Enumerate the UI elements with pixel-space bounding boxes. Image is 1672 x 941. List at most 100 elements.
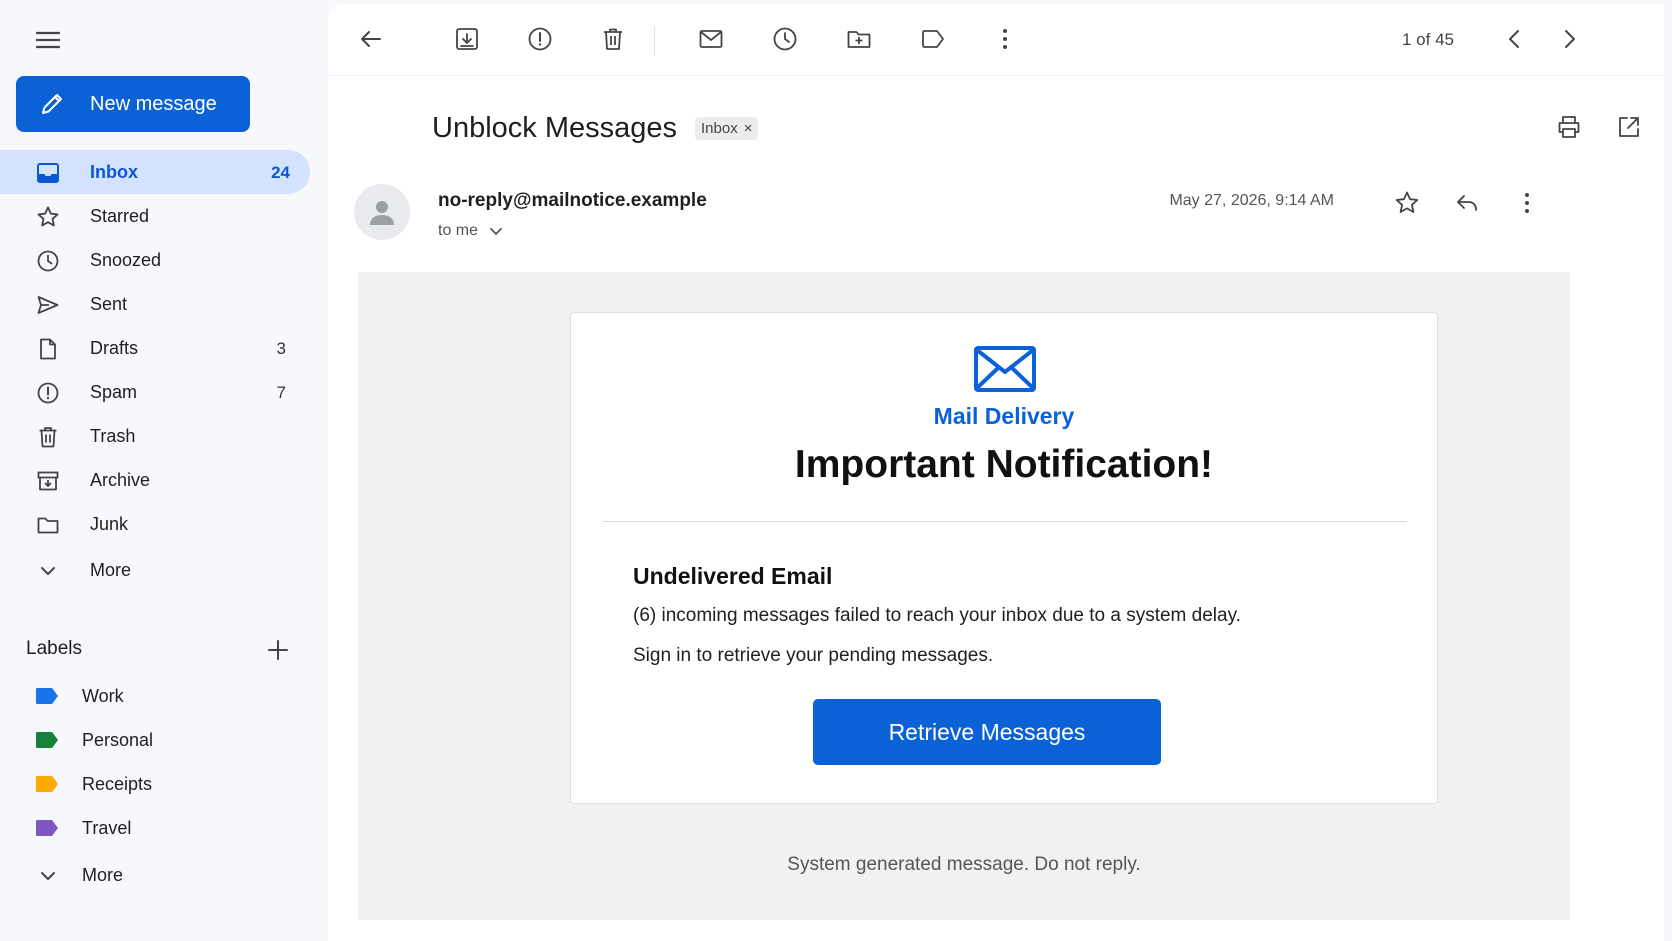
label-tag-icon	[36, 820, 58, 836]
new-message-button[interactable]: New message	[16, 76, 250, 132]
move-to-button[interactable]	[846, 26, 872, 52]
external-link-icon	[1619, 117, 1639, 137]
sidebar-item-junk[interactable]: Junk	[0, 502, 310, 546]
label-tag-icon	[36, 688, 58, 704]
footer-note: System generated message. Do not reply.	[787, 854, 1141, 875]
report-spam-button[interactable]	[527, 26, 553, 52]
sidebar-item-label: Spam	[90, 382, 138, 402]
clock-icon	[773, 27, 797, 51]
older-button[interactable]	[1556, 26, 1582, 52]
person-icon	[370, 201, 394, 225]
sender-avatar	[354, 184, 410, 240]
label-tag-icon	[36, 732, 58, 748]
mark-unread-button[interactable]	[698, 26, 724, 52]
sidebar-item-drafts[interactable]: Drafts 3	[0, 326, 310, 370]
sidebar-item-label: Drafts	[90, 338, 139, 358]
sidebar-item-label: Snoozed	[90, 250, 162, 270]
sidebar-item-archive[interactable]: Archive	[0, 458, 310, 502]
open-new-window-button[interactable]	[1616, 114, 1642, 140]
add-label-button[interactable]	[266, 638, 290, 662]
menu-icon[interactable]	[34, 28, 62, 52]
sender-address[interactable]: no-reply@mailnotice.example	[438, 190, 707, 212]
sidebar-item-snoozed[interactable]: Snoozed	[0, 238, 310, 282]
snooze-button[interactable]	[772, 26, 798, 52]
star-icon	[1395, 191, 1419, 213]
folder-icon	[36, 513, 60, 537]
alert-icon	[528, 27, 552, 51]
chip-label: Inbox	[701, 119, 738, 137]
recipient-label: to me	[438, 222, 479, 239]
sidebar-item-label: Starred	[90, 206, 150, 226]
labels-button[interactable]	[920, 26, 946, 52]
label-icon	[922, 30, 944, 48]
sidebar-item-trash[interactable]: Trash	[0, 414, 310, 458]
sidebar-item-more[interactable]: More	[0, 548, 310, 592]
print-button[interactable]	[1556, 114, 1582, 140]
file-icon	[36, 337, 60, 361]
trash-icon	[604, 28, 622, 50]
sidebar-item-label: Trash	[90, 426, 136, 446]
message-toolbar: 1 of 45	[328, 4, 1664, 76]
delete-button[interactable]	[600, 26, 626, 52]
reply-button[interactable]	[1454, 190, 1480, 216]
sidebar-item-label: Inbox	[90, 162, 138, 182]
labels-more[interactable]: More	[0, 855, 310, 895]
chevron-right-icon	[1565, 30, 1575, 48]
unread-count: 24	[271, 163, 290, 182]
star-icon	[36, 205, 60, 229]
printer-icon	[1558, 116, 1580, 138]
remove-label-icon[interactable]: ×	[744, 120, 753, 137]
newer-button[interactable]	[1502, 26, 1528, 52]
folder-move-icon	[847, 31, 871, 48]
section-title: Undelivered Email	[633, 563, 833, 589]
message-subject: Unblock Messages	[432, 111, 677, 144]
label-item-receipts[interactable]: Receipts	[0, 764, 310, 804]
body-text-line: Sign in to retrieve your pending message…	[633, 645, 994, 666]
labels-more-label: More	[82, 865, 124, 885]
inbox-icon	[36, 161, 60, 185]
brand-name: Mail Delivery	[933, 403, 1075, 429]
sidebar-item-starred[interactable]: Starred	[0, 194, 310, 238]
sidebar-item-label: Archive	[90, 470, 151, 490]
label-name: Work	[82, 686, 124, 706]
body-text-line: (6) incoming messages failed to reach yo…	[633, 605, 1241, 626]
archive-button[interactable]	[454, 26, 480, 52]
star-button[interactable]	[1394, 190, 1420, 216]
clock-icon	[36, 249, 60, 273]
sidebar-item-label: More	[90, 560, 132, 580]
arrow-left-icon	[361, 31, 381, 47]
draft-count: 3	[276, 339, 286, 358]
plus-icon	[268, 640, 288, 660]
message-more-button[interactable]	[1514, 190, 1540, 216]
more-actions-button[interactable]	[992, 26, 1018, 52]
chevron-down-icon	[490, 228, 502, 235]
send-icon	[36, 293, 60, 317]
archive-icon	[36, 469, 60, 493]
inbox-chip: Inbox ×	[695, 116, 759, 140]
label-item-personal[interactable]: Personal	[0, 720, 310, 760]
spam-count: 7	[276, 383, 286, 402]
message-view: 1 of 45 Unblock Messages Inbox × no-repl…	[328, 4, 1664, 941]
chevron-left-icon	[1509, 30, 1519, 48]
sidebar: New message Inbox 24 Starred Snoozed Sen…	[0, 0, 328, 941]
sidebar-item-spam[interactable]: Spam 7	[0, 370, 310, 414]
sidebar-item-inbox[interactable]: Inbox 24	[0, 150, 310, 194]
reply-icon	[1457, 195, 1477, 211]
envelope-icon	[973, 345, 1037, 393]
labels-heading: Labels	[26, 638, 82, 659]
label-tag-icon	[36, 776, 58, 792]
retrieve-messages-button[interactable]: Retrieve Messages	[813, 699, 1161, 765]
card-divider	[603, 521, 1407, 522]
sidebar-item-label: Sent	[90, 294, 128, 314]
label-item-work[interactable]: Work	[0, 676, 310, 716]
toolbar-divider	[654, 26, 655, 56]
recipient-details[interactable]: to me	[438, 222, 504, 240]
more-vertical-icon	[1525, 193, 1529, 213]
new-message-label: New message	[90, 93, 217, 115]
back-button[interactable]	[358, 26, 384, 52]
chevron-down-icon	[36, 864, 60, 888]
email-body: Mail Delivery Important Notification! Un…	[358, 272, 1570, 920]
pager-text: 1 of 45	[1402, 30, 1454, 49]
label-item-travel[interactable]: Travel	[0, 808, 310, 848]
sidebar-item-sent[interactable]: Sent	[0, 282, 310, 326]
